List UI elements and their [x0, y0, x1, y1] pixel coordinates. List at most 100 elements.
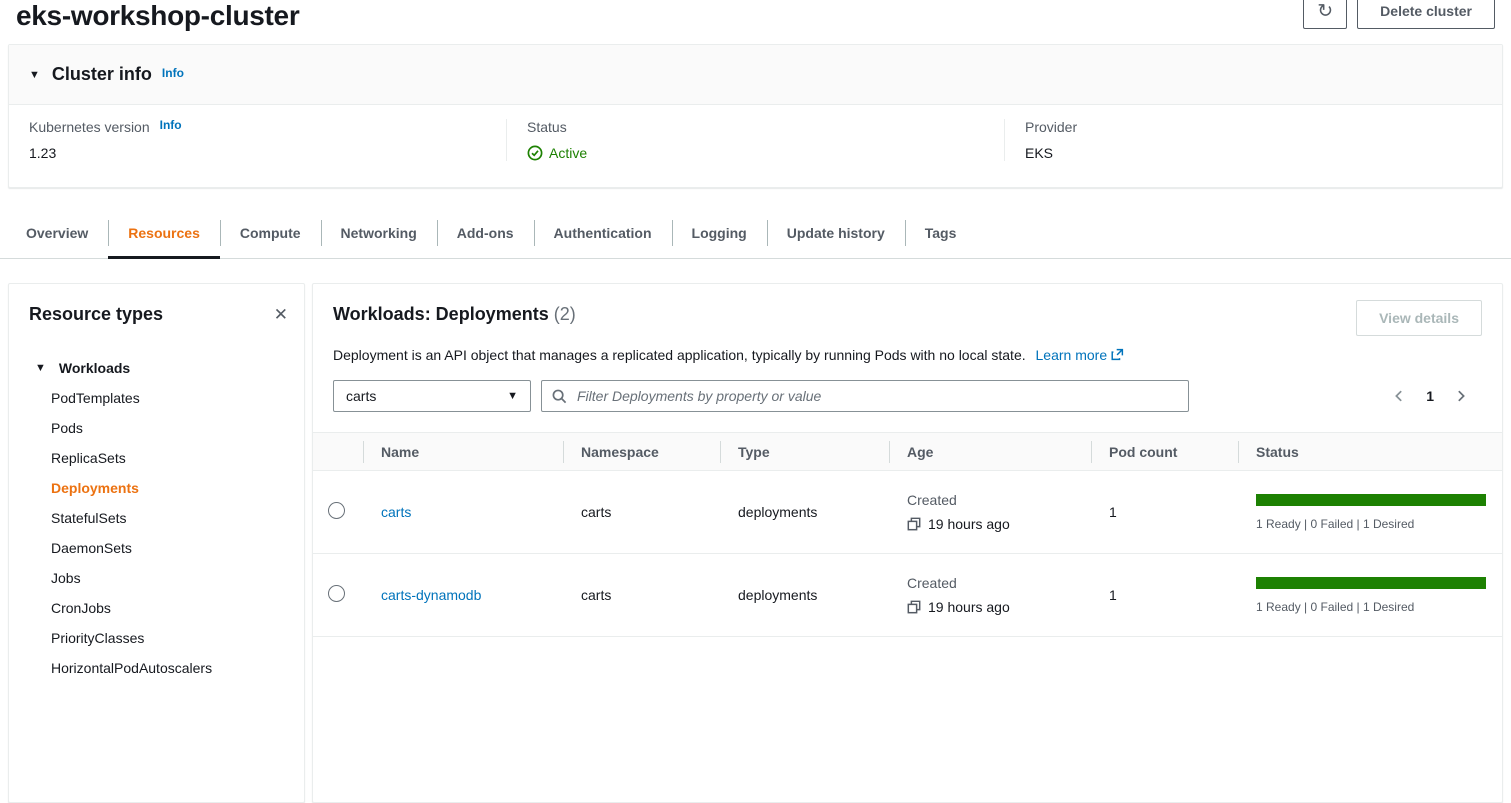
- deployments-title: Workloads: Deployments(2): [333, 300, 576, 328]
- status-progress-bar: [1256, 577, 1486, 589]
- select-all-header: [313, 433, 363, 471]
- chevron-left-icon[interactable]: [1392, 389, 1406, 403]
- collapse-caret-icon[interactable]: ▼: [29, 69, 40, 81]
- view-details-button[interactable]: View details: [1356, 300, 1482, 336]
- deployments-header: Workloads: Deployments(2) View details D…: [313, 284, 1502, 412]
- chevron-right-icon[interactable]: [1454, 389, 1468, 403]
- sidebar-item-cronjobs[interactable]: CronJobs: [9, 593, 304, 623]
- table-row: carts carts deployments Created 19 hours…: [313, 471, 1502, 554]
- view-details-label: View details: [1379, 310, 1459, 326]
- type-cell: deployments: [738, 504, 817, 520]
- search-icon: [552, 389, 567, 404]
- type-cell: deployments: [738, 587, 817, 603]
- sidebar-item-pods[interactable]: Pods: [9, 413, 304, 443]
- chevron-down-icon: ▼: [507, 390, 518, 402]
- tab-authentication[interactable]: Authentication: [534, 208, 672, 258]
- refresh-button[interactable]: ↻: [1303, 0, 1347, 29]
- column-header-namespace: Namespace: [563, 433, 720, 471]
- sidebar-item-podtemplates[interactable]: PodTemplates: [9, 383, 304, 413]
- close-icon[interactable]: ✕: [274, 306, 288, 323]
- tab-overview[interactable]: Overview: [6, 208, 108, 258]
- sidebar-item-horizontalpodautoscalers[interactable]: HorizontalPodAutoscalers: [9, 653, 304, 683]
- search-box: [541, 380, 1189, 412]
- workloads-caret-icon[interactable]: ▼: [35, 362, 46, 374]
- age-created-label: Created: [907, 575, 1091, 591]
- namespace-cell: carts: [581, 587, 611, 603]
- kubernetes-version-label: Kubernetes version Info: [29, 119, 486, 135]
- resource-filter-select[interactable]: carts ▼: [333, 380, 531, 412]
- sidebar-item-deployments[interactable]: Deployments: [9, 473, 304, 503]
- learn-more-link[interactable]: Learn more: [1036, 347, 1125, 363]
- sidebar-item-priorityclasses[interactable]: PriorityClasses: [9, 623, 304, 653]
- page-title: eks-workshop-cluster: [16, 0, 299, 32]
- pagination: 1: [1392, 388, 1482, 404]
- kubernetes-version-value: 1.23: [29, 145, 486, 161]
- search-input[interactable]: [575, 387, 1178, 405]
- filter-row: carts ▼ 1: [333, 380, 1482, 412]
- status-text: 1 Ready | 0 Failed | 1 Desired: [1256, 600, 1502, 614]
- provider-value: EKS: [1025, 145, 1482, 161]
- tab-resources[interactable]: Resources: [108, 208, 220, 258]
- refresh-icon: ↻: [1317, 0, 1333, 23]
- workloads-group-label: Workloads: [59, 360, 130, 376]
- namespace-cell: carts: [581, 504, 611, 520]
- sidebar-item-daemonsets[interactable]: DaemonSets: [9, 533, 304, 563]
- column-header-type: Type: [720, 433, 889, 471]
- kubernetes-version-info-link[interactable]: Info: [160, 118, 182, 132]
- resource-types-panel: Resource types ✕ ▼ Workloads PodTemplate…: [8, 283, 305, 803]
- status-value: Active: [527, 145, 984, 161]
- resource-filter-value: carts: [346, 388, 376, 404]
- row-select-radio[interactable]: [328, 502, 345, 519]
- cluster-info-info-link[interactable]: Info: [162, 66, 184, 80]
- column-header-pod-count: Pod count: [1091, 433, 1238, 471]
- tab-logging[interactable]: Logging: [672, 208, 767, 258]
- deployments-description: Deployment is an API object that manages…: [333, 346, 1482, 364]
- status-label: Status: [527, 119, 984, 135]
- sidebar-item-statefulsets[interactable]: StatefulSets: [9, 503, 304, 533]
- row-select-radio[interactable]: [328, 585, 345, 602]
- tab-update-history[interactable]: Update history: [767, 208, 905, 258]
- tab-tags[interactable]: Tags: [905, 208, 977, 258]
- table-header-row: Name Namespace Type Age Pod count Status: [313, 433, 1502, 471]
- header-actions: ↻ Delete cluster: [1303, 0, 1495, 29]
- status-progress-bar: [1256, 494, 1486, 506]
- copy-icon[interactable]: [907, 517, 921, 531]
- cluster-tabs: Overview Resources Compute Networking Ad…: [0, 208, 1511, 259]
- page-number[interactable]: 1: [1426, 388, 1434, 404]
- status-field: Status Active: [506, 119, 1004, 161]
- cluster-info-header[interactable]: ▼ Cluster info Info: [9, 45, 1502, 105]
- resource-types-header: Resource types ✕: [9, 284, 304, 335]
- deployments-table: Name Namespace Type Age Pod count Status…: [313, 432, 1502, 637]
- tab-networking[interactable]: Networking: [321, 208, 437, 258]
- age-value: 19 hours ago: [928, 599, 1010, 615]
- table-row: carts-dynamodb carts deployments Created…: [313, 554, 1502, 637]
- check-circle-icon: [527, 145, 543, 161]
- page-header: eks-workshop-cluster ↻ Delete cluster: [0, 0, 1511, 42]
- delete-cluster-button[interactable]: Delete cluster: [1357, 0, 1495, 29]
- age-value: 19 hours ago: [928, 516, 1010, 532]
- deployment-name-link[interactable]: carts: [381, 504, 411, 520]
- provider-label: Provider: [1025, 119, 1482, 135]
- sidebar-item-replicasets[interactable]: ReplicaSets: [9, 443, 304, 473]
- column-header-name: Name: [363, 433, 563, 471]
- deployments-panel: Workloads: Deployments(2) View details D…: [312, 283, 1503, 803]
- deployment-name-link[interactable]: carts-dynamodb: [381, 587, 481, 603]
- column-header-age: Age: [889, 433, 1091, 471]
- resource-types-title: Resource types: [29, 304, 163, 325]
- tree-group-workloads[interactable]: ▼ Workloads: [9, 353, 304, 383]
- cluster-info-card: ▼ Cluster info Info Kubernetes version I…: [8, 44, 1503, 188]
- status-text: 1 Ready | 0 Failed | 1 Desired: [1256, 517, 1502, 531]
- pod-count-cell: 1: [1109, 504, 1117, 520]
- cluster-info-title: Cluster info: [52, 64, 152, 85]
- tab-add-ons[interactable]: Add-ons: [437, 208, 534, 258]
- sidebar-item-jobs[interactable]: Jobs: [9, 563, 304, 593]
- tab-compute[interactable]: Compute: [220, 208, 321, 258]
- cluster-info-body: Kubernetes version Info 1.23 Status Acti…: [9, 105, 1502, 187]
- delete-cluster-label: Delete cluster: [1380, 3, 1472, 19]
- copy-icon[interactable]: [907, 600, 921, 614]
- deployments-count: (2): [554, 304, 576, 324]
- provider-field: Provider EKS: [1004, 119, 1502, 161]
- external-link-icon: [1111, 347, 1124, 365]
- age-created-label: Created: [907, 492, 1091, 508]
- kubernetes-version-field: Kubernetes version Info 1.23: [9, 119, 506, 161]
